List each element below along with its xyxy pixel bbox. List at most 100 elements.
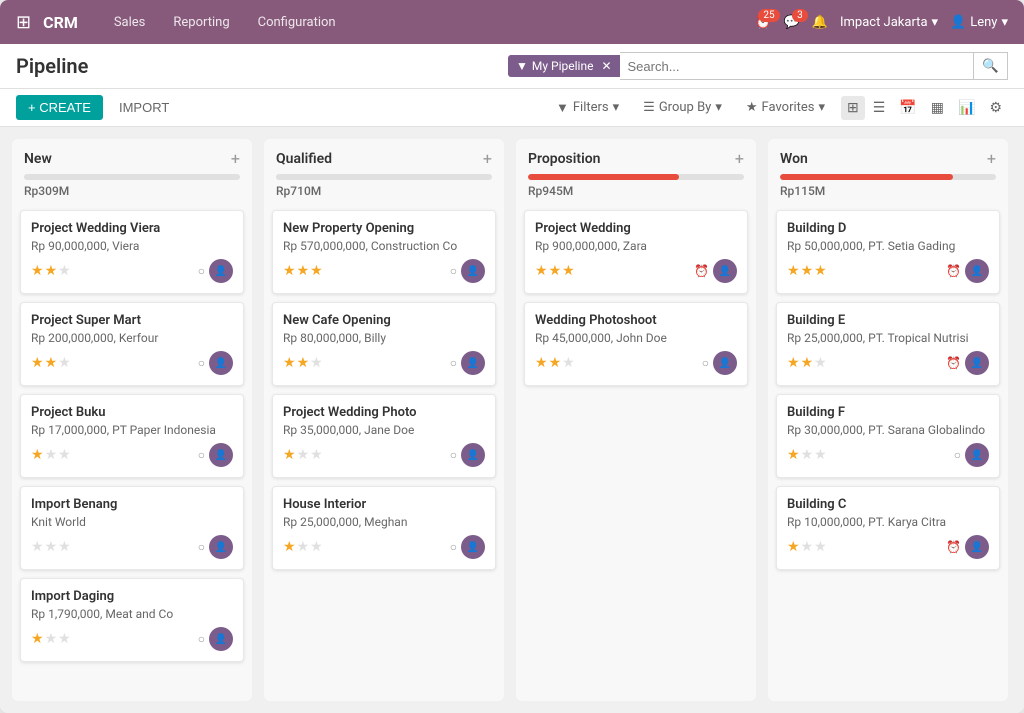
star-icon[interactable]: ★ [310,539,323,555]
card-stars[interactable]: ★★★ [31,355,71,371]
star-icon[interactable]: ★ [549,355,562,371]
star-icon[interactable]: ★ [310,263,323,279]
star-icon[interactable]: ★ [535,355,548,371]
star-icon[interactable]: ★ [283,447,296,463]
star-icon[interactable]: ★ [58,355,71,371]
activity-circle-icon[interactable]: ○ [198,632,205,646]
kanban-card[interactable]: Project Wedding PhotoRp 35,000,000, Jane… [272,394,496,478]
activity-circle-icon[interactable]: ○ [450,540,457,554]
urgent-activity-icon[interactable]: ⏰ [946,356,961,370]
activity-circle-icon[interactable]: ○ [450,448,457,462]
card-stars[interactable]: ★★★ [31,263,71,279]
star-icon[interactable]: ★ [283,263,296,279]
notifications-button[interactable]: ⏰ 25 [755,15,771,30]
kanban-card[interactable]: Import DagingRp 1,790,000, Meat and Co★★… [20,578,244,662]
star-icon[interactable]: ★ [31,263,44,279]
star-icon[interactable]: ★ [45,447,58,463]
import-button[interactable]: IMPORT [111,95,177,120]
star-icon[interactable]: ★ [535,263,548,279]
card-stars[interactable]: ★★★ [283,355,323,371]
kanban-view-button[interactable]: ⊞ [841,96,865,120]
messages-button[interactable]: 💬 3 [784,15,800,30]
favorites-button[interactable]: ★ Favorites ▾ [738,96,833,119]
group-by-button[interactable]: ☰ Group By ▾ [635,96,730,119]
star-icon[interactable]: ★ [45,539,58,555]
star-icon[interactable]: ★ [297,447,310,463]
star-icon[interactable]: ★ [310,447,323,463]
star-icon[interactable]: ★ [45,631,58,647]
urgent-activity-icon[interactable]: ⏰ [694,264,709,278]
star-icon[interactable]: ★ [58,263,71,279]
search-button[interactable]: 🔍 [974,52,1008,80]
filter-close-button[interactable]: ✕ [601,59,611,73]
kanban-card[interactable]: Building CRp 10,000,000, PT. Karya Citra… [776,486,1000,570]
star-icon[interactable]: ★ [31,631,44,647]
activity-circle-icon[interactable]: ○ [198,356,205,370]
star-icon[interactable]: ★ [31,447,44,463]
star-icon[interactable]: ★ [310,355,323,371]
star-icon[interactable]: ★ [31,539,44,555]
star-icon[interactable]: ★ [45,355,58,371]
star-icon[interactable]: ★ [787,447,800,463]
card-stars[interactable]: ★★★ [31,631,71,647]
activity-circle-icon[interactable]: ○ [450,264,457,278]
star-icon[interactable]: ★ [801,263,814,279]
kanban-card[interactable]: Import BenangKnit World★★★○👤 [20,486,244,570]
calendar-view-button[interactable]: 📅 [893,96,922,120]
urgent-activity-icon[interactable]: ⏰ [946,264,961,278]
card-stars[interactable]: ★★★ [31,539,71,555]
pivot-view-button[interactable]: ▦ [925,96,950,120]
card-stars[interactable]: ★★★ [787,447,827,463]
kanban-card[interactable]: House InteriorRp 25,000,000, Meghan★★★○👤 [272,486,496,570]
kanban-card[interactable]: Project Super MartRp 200,000,000, Kerfou… [20,302,244,386]
column-add-qualified[interactable]: + [483,149,492,168]
card-stars[interactable]: ★★★ [787,355,827,371]
kanban-card[interactable]: Project BukuRp 17,000,000, PT Paper Indo… [20,394,244,478]
card-stars[interactable]: ★★★ [535,263,575,279]
star-icon[interactable]: ★ [562,263,575,279]
kanban-card[interactable]: Project WeddingRp 900,000,000, Zara★★★⏰👤 [524,210,748,294]
star-icon[interactable]: ★ [549,263,562,279]
star-icon[interactable]: ★ [814,355,827,371]
star-icon[interactable]: ★ [787,263,800,279]
star-icon[interactable]: ★ [297,263,310,279]
activity-circle-icon[interactable]: ○ [198,540,205,554]
nav-sales[interactable]: Sales [102,9,158,36]
star-icon[interactable]: ★ [297,539,310,555]
user-menu[interactable]: 👤 Leny ▾ [950,15,1008,30]
star-icon[interactable]: ★ [814,447,827,463]
card-stars[interactable]: ★★★ [787,539,827,555]
activity-circle-icon[interactable]: ○ [702,356,709,370]
kanban-card[interactable]: New Property OpeningRp 570,000,000, Cons… [272,210,496,294]
activity-circle-icon[interactable]: ○ [198,264,205,278]
filter-tag[interactable]: ▼ My Pipeline ✕ [508,55,620,77]
card-stars[interactable]: ★★★ [283,539,323,555]
activity-circle-icon[interactable]: ○ [198,448,205,462]
star-icon[interactable]: ★ [45,263,58,279]
kanban-card[interactable]: Wedding PhotoshootRp 45,000,000, John Do… [524,302,748,386]
urgent-activity-icon[interactable]: ⏰ [946,540,961,554]
column-add-new[interactable]: + [231,149,240,168]
star-icon[interactable]: ★ [283,539,296,555]
activity-circle-icon[interactable]: ○ [450,356,457,370]
kanban-card[interactable]: Project Wedding VieraRp 90,000,000, Vier… [20,210,244,294]
star-icon[interactable]: ★ [283,355,296,371]
star-icon[interactable]: ★ [801,539,814,555]
star-icon[interactable]: ★ [814,263,827,279]
column-add-proposition[interactable]: + [735,149,744,168]
star-icon[interactable]: ★ [562,355,575,371]
card-stars[interactable]: ★★★ [31,447,71,463]
star-icon[interactable]: ★ [58,631,71,647]
settings-view-button[interactable]: ⚙ [983,96,1008,120]
card-stars[interactable]: ★★★ [283,447,323,463]
nav-reporting[interactable]: Reporting [161,9,241,36]
column-add-won[interactable]: + [987,149,996,168]
filters-button[interactable]: ▼ Filters ▾ [548,96,627,120]
star-icon[interactable]: ★ [801,355,814,371]
settings-icon[interactable]: 🔔 [812,15,828,30]
star-icon[interactable]: ★ [31,355,44,371]
kanban-card[interactable]: Building DRp 50,000,000, PT. Setia Gadin… [776,210,1000,294]
activity-circle-icon[interactable]: ○ [954,448,961,462]
card-stars[interactable]: ★★★ [283,263,323,279]
star-icon[interactable]: ★ [787,355,800,371]
